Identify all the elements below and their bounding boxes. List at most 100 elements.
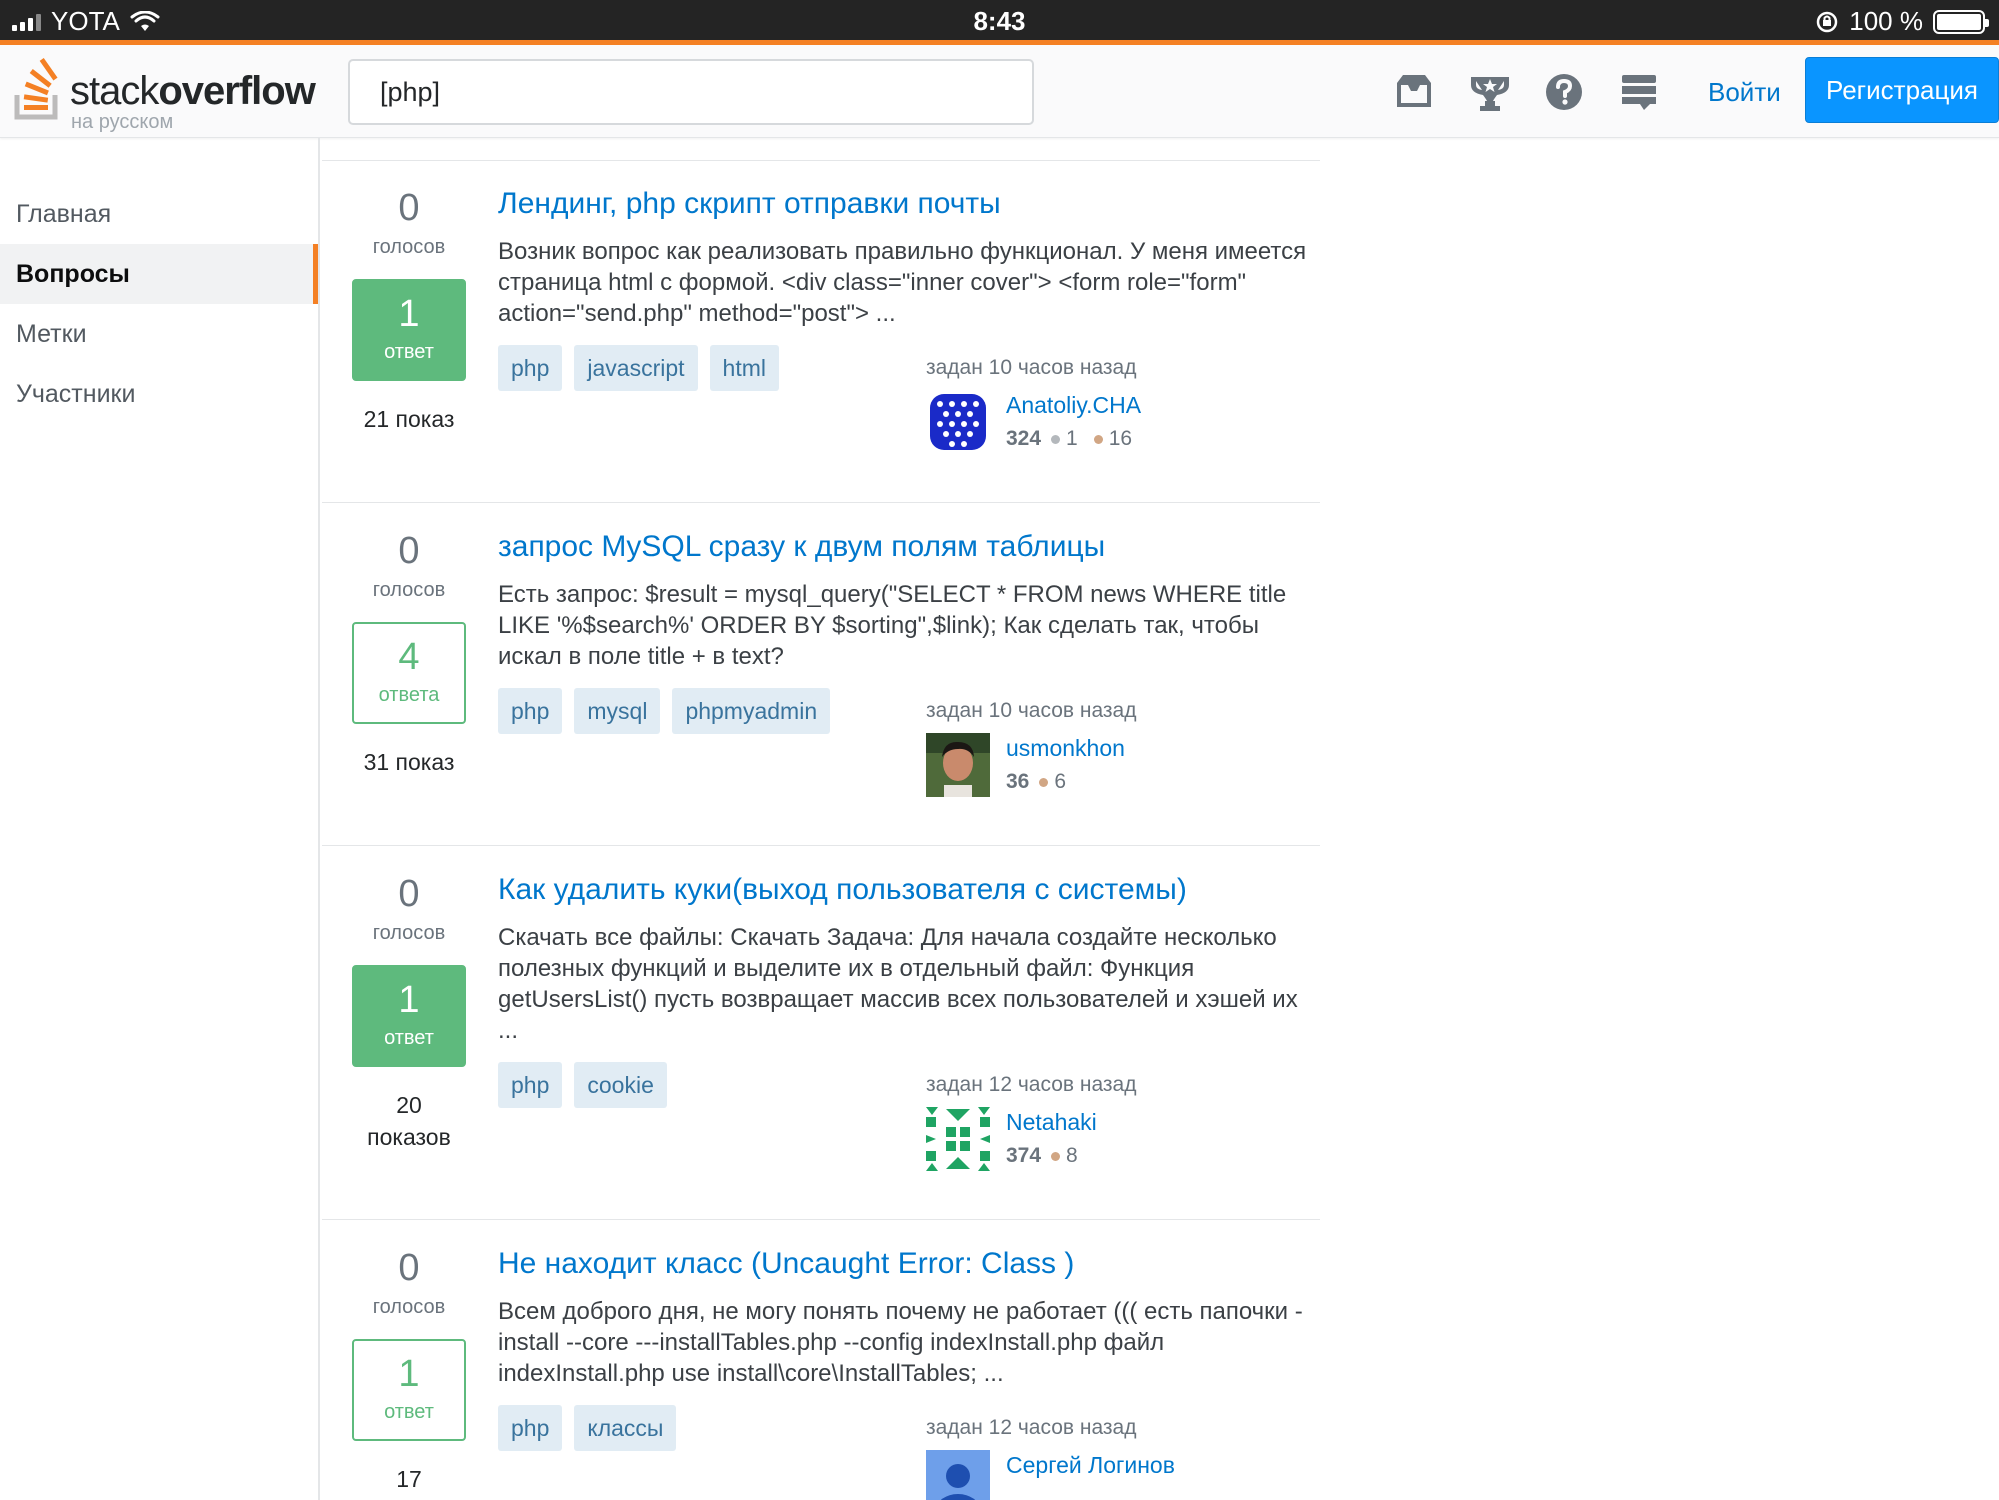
vote-label: голосов <box>372 922 446 944</box>
answer-label: ответ <box>384 1027 434 1049</box>
vote-count: 0 <box>398 873 420 915</box>
question-excerpt: Есть запрос: $result = mysql_query("SELE… <box>498 581 1287 670</box>
question-title-link[interactable]: Как удалить куки(выход пользователя с си… <box>498 870 1310 910</box>
question-owner: задан 12 часов назад Сергей Логинов <box>926 1414 1226 1500</box>
view-count: 21 показ <box>363 406 455 432</box>
view-count: 17 <box>396 1466 422 1492</box>
reputation-score: 324 <box>1006 427 1042 450</box>
tag-phpmyadmin[interactable]: phpmyadmin <box>672 688 831 734</box>
question-summary: 0 голосов 4 ответа 31 показ запрос MySQL… <box>322 503 1320 846</box>
question-tags: php mysql phpmyadmin <box>498 688 831 734</box>
battery-percent: 100 % <box>1849 6 1923 36</box>
vote-label: голосов <box>372 236 446 258</box>
user-card: Netahaki 374 8 <box>926 1107 1226 1175</box>
user-avatar[interactable] <box>926 1450 990 1500</box>
question-title-link[interactable]: запрос MySQL сразу к двум полям таблицы <box>498 527 1310 567</box>
vote-count: 0 <box>398 530 420 572</box>
user-reputation: 374 8 <box>1006 1141 1078 1171</box>
tag-php[interactable]: php <box>498 345 563 391</box>
tag-mysql[interactable]: mysql <box>574 688 661 734</box>
answer-count-box: 1 ответ <box>352 965 466 1067</box>
answer-label: ответа <box>378 684 440 706</box>
answer-count: 1 <box>398 979 420 1021</box>
question-owner: задан 12 часов назад Netahaki 374 8 <box>926 1071 1226 1175</box>
question-stats: 0 голосов 1 ответ 21 показ <box>352 186 466 435</box>
reputation-score: 36 <box>1006 770 1030 793</box>
trophy-icon[interactable] <box>1467 69 1513 115</box>
asked-time: задан 10 часов назад <box>926 356 1137 379</box>
left-sidebar: Главная Вопросы Метки Участники <box>0 138 320 1500</box>
nav-item-home[interactable]: Главная <box>0 184 318 244</box>
tag-classes[interactable]: классы <box>574 1405 677 1451</box>
tag-html[interactable]: html <box>709 345 779 391</box>
logo-wordmark: stackoverflow <box>70 69 316 113</box>
question-stats: 0 голосов 1 ответ 20 показов <box>352 872 466 1153</box>
stackexchange-icon[interactable] <box>1616 69 1662 115</box>
search-input[interactable] <box>348 59 1034 125</box>
answer-count: 1 <box>398 293 420 335</box>
answer-count-box: 1 ответ <box>352 1339 466 1441</box>
question-body: запрос MySQL сразу к двум полям таблицы … <box>498 527 1310 672</box>
answer-count: 1 <box>398 1353 420 1395</box>
question-stats: 0 голосов 1 ответ 17 <box>352 1246 466 1495</box>
tag-cookie[interactable]: cookie <box>574 1062 667 1108</box>
user-name-link[interactable]: Netahaki <box>1006 1107 1097 1137</box>
question-body: Не находит класс (Uncaught Error: Class … <box>498 1244 1310 1389</box>
user-name-link[interactable]: usmonkhon <box>1006 733 1125 763</box>
question-body: Как удалить куки(выход пользователя с си… <box>498 870 1310 1046</box>
signup-button[interactable]: Регистрация <box>1805 57 1999 123</box>
question-summary: 0 голосов 1 ответ 21 показ Лендинг, php … <box>322 160 1320 503</box>
status-right: 100 % <box>1815 6 1989 37</box>
view-count: 20 показов <box>367 1092 451 1150</box>
nav-item-questions[interactable]: Вопросы <box>0 244 318 304</box>
answer-count-box: 4 ответа <box>352 622 466 724</box>
question-title-link[interactable]: Не находит класс (Uncaught Error: Class … <box>498 1244 1310 1284</box>
help-icon[interactable] <box>1541 69 1587 115</box>
user-avatar[interactable] <box>926 390 990 454</box>
login-button[interactable]: Войти <box>1692 65 1797 119</box>
answer-count: 4 <box>398 636 420 678</box>
nav-item-tags[interactable]: Метки <box>0 304 318 364</box>
user-card: usmonkhon 36 6 <box>926 733 1226 801</box>
vote-count: 0 <box>398 187 420 229</box>
user-reputation: 324 1 16 <box>1006 424 1132 454</box>
bronze-badge-count: 6 <box>1054 770 1067 793</box>
nav-item-users[interactable]: Участники <box>0 364 318 424</box>
question-summary: 0 голосов 1 ответ 17 Не находит класс (U… <box>322 1220 1320 1500</box>
silver-badge-count: 1 <box>1066 427 1078 450</box>
inbox-icon[interactable] <box>1391 69 1437 115</box>
right-empty-area <box>1322 138 1999 1500</box>
avatar-identicon <box>926 1107 990 1171</box>
tag-php[interactable]: php <box>498 688 563 734</box>
question-stats: 0 голосов 4 ответа 31 показ <box>352 529 466 778</box>
answer-label: ответ <box>384 1401 434 1423</box>
silver-badge-icon <box>1051 434 1061 444</box>
question-summary: 0 голосов 1 ответ 20 показов Как удалить… <box>322 846 1320 1220</box>
tag-php[interactable]: php <box>498 1062 563 1108</box>
battery-icon <box>1933 9 1989 34</box>
user-name-link[interactable]: Anatoliy.CHA <box>1006 390 1141 420</box>
answer-count-box: 1 ответ <box>352 279 466 381</box>
bronze-badge-icon <box>1093 434 1103 444</box>
user-reputation: 36 6 <box>1006 767 1066 797</box>
site-logo[interactable]: stackoverflow на русском <box>14 53 316 133</box>
tag-php[interactable]: php <box>498 1405 563 1451</box>
bronze-badge-icon <box>1039 777 1049 787</box>
question-excerpt: Возник вопрос как реализовать правильно … <box>498 238 1307 327</box>
user-card: Сергей Логинов <box>926 1450 1226 1500</box>
logo-subtitle: на русском <box>71 111 174 133</box>
question-body: Лендинг, php скрипт отправки почты Возни… <box>498 184 1310 329</box>
asked-time: задан 10 часов назад <box>926 699 1137 722</box>
user-card: Anatoliy.CHA 324 1 16 <box>926 390 1226 458</box>
bronze-badge-icon <box>1051 1151 1061 1161</box>
user-avatar[interactable] <box>926 1107 990 1171</box>
avatar-photo <box>926 733 990 797</box>
tag-javascript[interactable]: javascript <box>574 345 698 391</box>
question-tags: php классы <box>498 1405 677 1451</box>
question-list: 0 голосов 1 ответ 21 показ Лендинг, php … <box>322 138 1322 1500</box>
user-name-link[interactable]: Сергей Логинов <box>1006 1450 1175 1480</box>
orientation-lock-icon <box>1817 11 1838 32</box>
question-title-link[interactable]: Лендинг, php скрипт отправки почты <box>498 184 1310 224</box>
vote-label: голосов <box>372 1296 446 1318</box>
user-avatar[interactable] <box>926 733 990 797</box>
